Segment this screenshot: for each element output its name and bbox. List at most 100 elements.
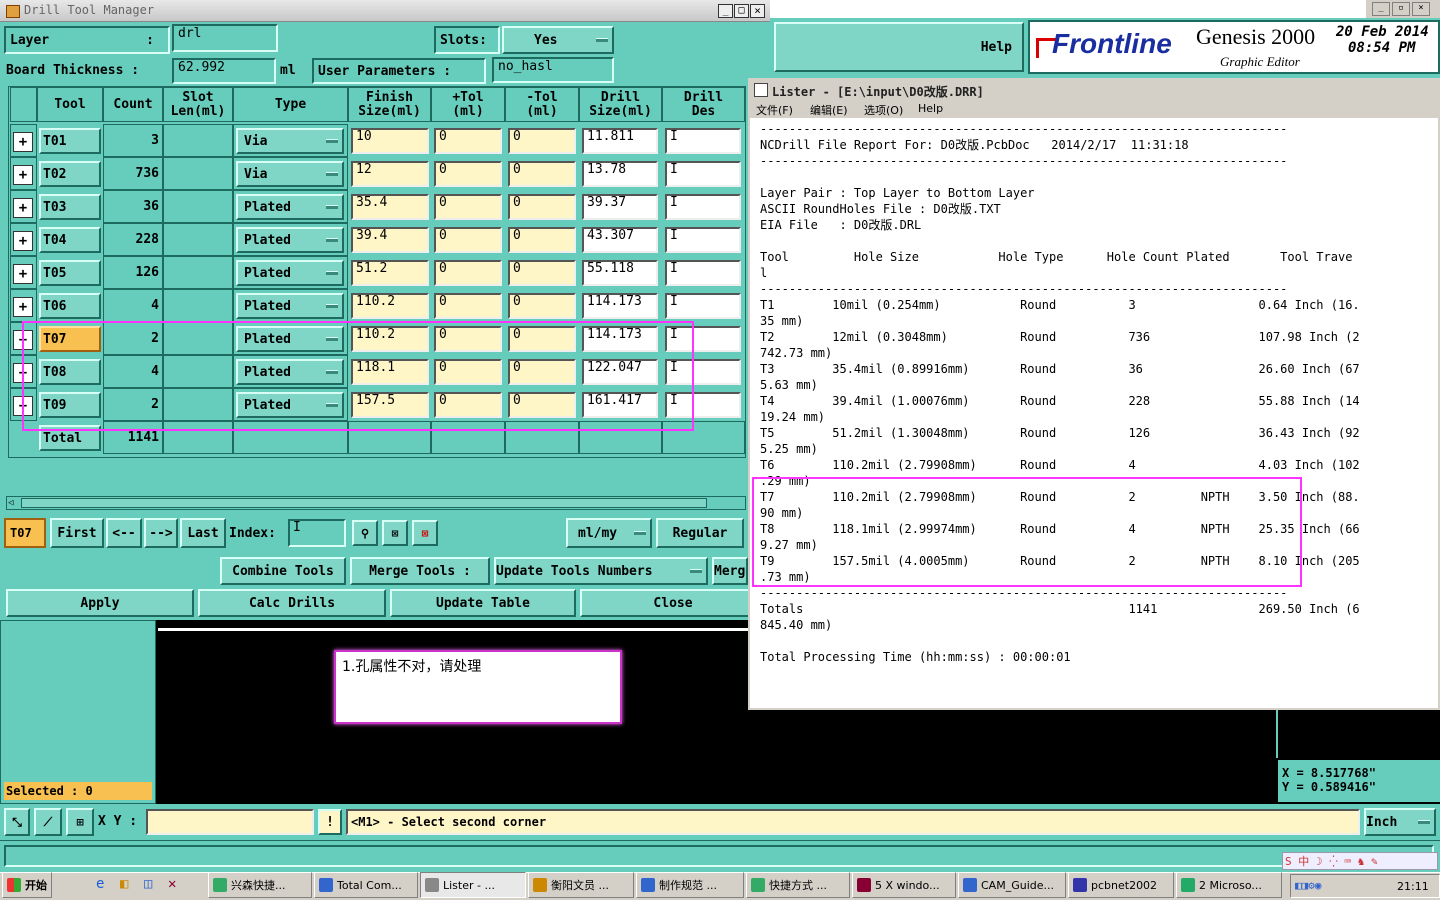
first-button[interactable]: First	[50, 518, 104, 548]
taskbar-item[interactable]: 衡阳文员 ...	[528, 872, 634, 898]
menu-file[interactable]: 文件(F)	[756, 102, 793, 118]
minus-tol-input[interactable]: 0	[508, 260, 576, 286]
merge-tools-button[interactable]: Merge Tools :	[350, 557, 490, 585]
regular-button[interactable]: Regular	[656, 518, 744, 548]
tool-button[interactable]: T02	[39, 161, 101, 187]
drill-size-input[interactable]: 39.37	[582, 194, 658, 220]
minus-tol-input[interactable]: 0	[508, 161, 576, 187]
window-restore-icon[interactable]: ▫	[1392, 2, 1410, 16]
plus-tol-input[interactable]: 0	[434, 194, 502, 220]
delete-icon[interactable]: ⊠	[412, 520, 438, 546]
grid-tool-icon[interactable]: ⊞	[66, 808, 94, 836]
tool-button[interactable]: T01	[39, 128, 101, 154]
merge-more-button[interactable]: Merge	[712, 557, 748, 585]
tool-button[interactable]: T06	[39, 293, 101, 319]
taskbar-item[interactable]: 5 X windo...	[852, 872, 956, 898]
expand-icon[interactable]: +	[13, 264, 33, 284]
scroll-left-icon[interactable]: ◁	[8, 498, 20, 508]
alert-icon[interactable]: !	[318, 809, 342, 835]
minus-tol-input[interactable]: 0	[508, 227, 576, 253]
next-button[interactable]: -->	[144, 518, 178, 548]
xy-input[interactable]	[146, 809, 314, 835]
command-line[interactable]	[0, 840, 1440, 872]
taskbar-item[interactable]: 制作规范 ...	[636, 872, 744, 898]
expand-icon[interactable]: +	[13, 198, 33, 218]
taskbar-item[interactable]: Lister - ...	[420, 872, 526, 898]
taskbar-item[interactable]: 2 Microso...	[1176, 872, 1282, 898]
combine-tools-button[interactable]: Combine Tools	[220, 557, 346, 585]
finish-size-input[interactable]: 110.2	[351, 293, 429, 319]
ime-bar[interactable]: S 中 ☽ ⁛ ⌨ ♞ ✎	[1282, 852, 1438, 870]
plus-tol-input[interactable]: 0	[434, 161, 502, 187]
ie-icon[interactable]: e	[96, 876, 104, 892]
finish-size-input[interactable]: 35.4	[351, 194, 429, 220]
menu-help[interactable]: Help	[918, 102, 943, 115]
taskbar-item[interactable]: Total Com...	[314, 872, 418, 898]
finish-size-input[interactable]: 10	[351, 128, 429, 154]
drill-des-input[interactable]: I	[665, 128, 741, 154]
units-select[interactable]: Inch	[1364, 808, 1436, 836]
calc-drills-button[interactable]: Calc Drills	[198, 589, 386, 617]
finish-size-input[interactable]: 12	[351, 161, 429, 187]
minus-tol-input[interactable]: 0	[508, 194, 576, 220]
board-thickness-input[interactable]: 62.992	[172, 58, 276, 84]
explorer-icon[interactable]: ◧	[120, 876, 128, 892]
prev-button[interactable]: <--	[106, 518, 142, 548]
drill-size-input[interactable]: 43.307	[582, 227, 658, 253]
index-input[interactable]: I	[288, 519, 346, 547]
drill-des-input[interactable]: I	[665, 227, 741, 253]
finish-size-input[interactable]: 39.4	[351, 227, 429, 253]
layer-input[interactable]: drl	[172, 24, 278, 52]
start-button[interactable]: 开始	[2, 872, 52, 898]
drill-size-input[interactable]: 114.173	[582, 293, 658, 319]
user-params-input[interactable]: no_hasl	[492, 57, 614, 83]
expand-icon[interactable]: +	[13, 132, 33, 152]
menu-edit[interactable]: 编辑(E)	[810, 102, 848, 118]
drill-des-input[interactable]: I	[665, 194, 741, 220]
zoom-tool-icon[interactable]: ⤡	[4, 808, 30, 836]
expand-icon[interactable]: +	[13, 231, 33, 251]
last-button[interactable]: Last	[180, 518, 226, 548]
update-table-button[interactable]: Update Table	[390, 589, 576, 617]
taskbar-item[interactable]: 兴森快捷...	[208, 872, 312, 898]
close-window-button[interactable]: ×	[750, 4, 765, 18]
drill-size-input[interactable]: 11.811	[582, 128, 658, 154]
window-min-icon[interactable]: _	[1372, 2, 1390, 16]
plus-tol-input[interactable]: 0	[434, 227, 502, 253]
drill-des-input[interactable]: I	[665, 260, 741, 286]
maximize-button[interactable]: □	[734, 4, 749, 18]
drill-size-input[interactable]: 55.118	[582, 260, 658, 286]
close-button[interactable]: Close	[580, 589, 766, 617]
tray-icons[interactable]: ◧◨⚙◉	[1295, 879, 1322, 892]
tool-button[interactable]: T05	[39, 260, 101, 286]
taskbar-item[interactable]: 快捷方式 ...	[746, 872, 850, 898]
measure-tool-icon[interactable]: ⟋	[34, 808, 62, 836]
drill-size-input[interactable]: 13.78	[582, 161, 658, 187]
tool-button[interactable]: T04	[39, 227, 101, 253]
drill-des-input[interactable]: I	[665, 161, 741, 187]
scrollbar-thumb[interactable]	[21, 498, 707, 508]
plus-tol-input[interactable]: 0	[434, 260, 502, 286]
tool-button[interactable]: T03	[39, 194, 101, 220]
lamp-icon[interactable]: ⚲	[352, 520, 378, 546]
expand-icon[interactable]: +	[13, 297, 33, 317]
lister-title-bar[interactable]: Lister - [E:\input\D0改版.DRR]	[750, 80, 1438, 100]
finish-size-input[interactable]: 51.2	[351, 260, 429, 286]
units-dropdown[interactable]: ml/my	[566, 518, 652, 548]
title-bar[interactable]: Drill Tool Manager _ □ ×	[0, 0, 770, 22]
desktop-icon[interactable]: ◫	[144, 876, 152, 892]
plus-tol-input[interactable]: 0	[434, 128, 502, 154]
window-close-icon[interactable]: ×	[1412, 2, 1430, 16]
menu-options[interactable]: 选项(O)	[864, 102, 903, 118]
minus-tol-input[interactable]: 0	[508, 293, 576, 319]
x-app-icon[interactable]: ✕	[168, 876, 176, 892]
drill-des-input[interactable]: I	[665, 293, 741, 319]
minus-tol-input[interactable]: 0	[508, 128, 576, 154]
expand-icon[interactable]: +	[13, 165, 33, 185]
slots-dropdown[interactable]: Yes	[502, 26, 614, 54]
taskbar-item[interactable]: pcbnet2002	[1068, 872, 1174, 898]
taskbar-item[interactable]: CAM_Guide...	[958, 872, 1066, 898]
apply-button[interactable]: Apply	[6, 589, 194, 617]
horizontal-scrollbar[interactable]: ◁	[6, 496, 746, 510]
update-tools-numbers-dropdown[interactable]: Update Tools Numbers	[494, 557, 708, 585]
